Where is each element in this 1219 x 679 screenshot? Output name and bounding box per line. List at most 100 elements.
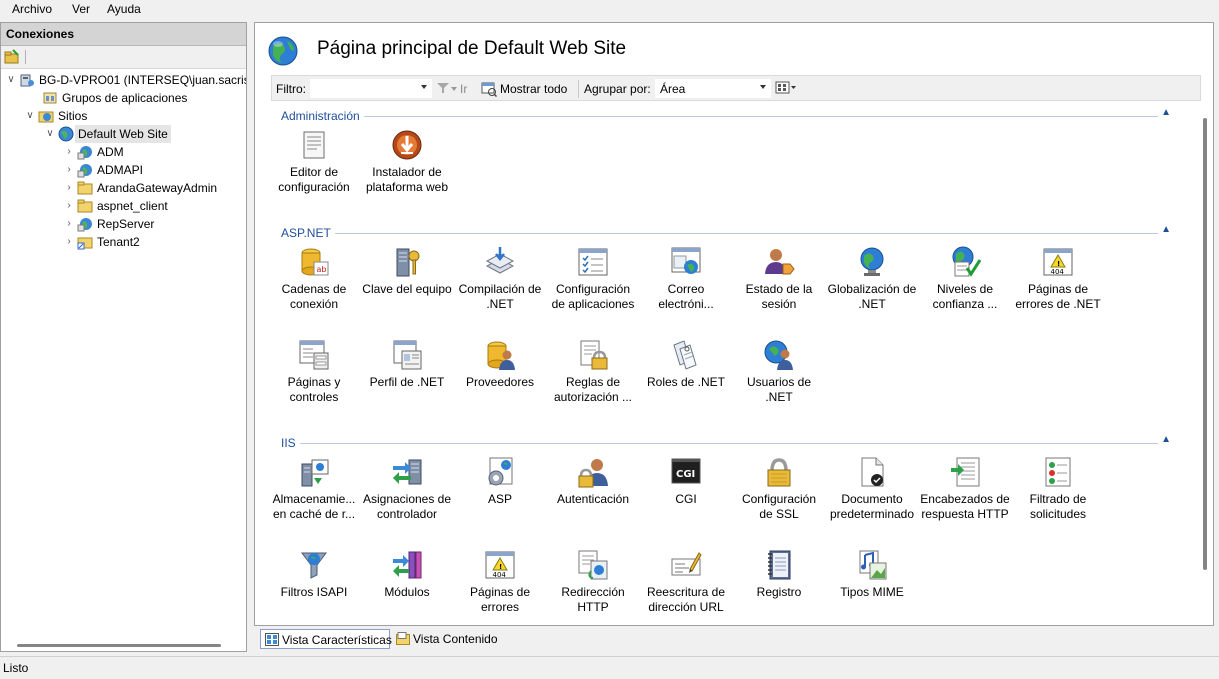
feature-web-platform-installer[interactable]: Instalador de plataforma web xyxy=(362,129,452,209)
features-view-icon xyxy=(265,633,279,646)
feature-net-roles[interactable]: Roles de .NET xyxy=(641,339,731,419)
web-platform-installer-icon xyxy=(392,130,422,160)
feature-pages-controls[interactable]: Páginas y controles xyxy=(269,339,359,419)
mime-types-icon xyxy=(859,550,887,580)
vertical-scrollbar[interactable] xyxy=(1203,118,1207,570)
feature-label: CGI xyxy=(675,492,697,506)
authorization-rules-icon xyxy=(580,340,608,370)
expand-chevron-icon[interactable]: › xyxy=(63,179,75,197)
feature-isapi-filters[interactable]: Filtros ISAPI xyxy=(269,549,359,625)
collapse-caret-icon[interactable]: ▲ xyxy=(1158,107,1171,118)
show-all-icon[interactable] xyxy=(481,81,497,97)
section-title: IIS xyxy=(281,436,300,450)
svg-text:!: ! xyxy=(1057,260,1060,268)
net-roles-icon xyxy=(673,340,697,370)
filter-separator xyxy=(578,80,579,98)
create-connection-icon[interactable] xyxy=(4,49,20,65)
view-mode-icon[interactable] xyxy=(775,81,797,95)
collapse-caret-icon[interactable]: ▲ xyxy=(1158,224,1171,235)
request-filtering-icon xyxy=(1045,457,1071,487)
collapse-chevron-icon[interactable]: ∨ xyxy=(44,125,56,143)
go-filter-icon[interactable] xyxy=(436,81,450,95)
expand-chevron-icon[interactable]: › xyxy=(63,215,75,233)
menu-archivo[interactable]: Archivo xyxy=(12,2,52,16)
feature-providers[interactable]: Proveedores xyxy=(455,339,545,419)
horizontal-scrollbar[interactable] xyxy=(17,644,221,647)
feature-asp[interactable]: ASP xyxy=(455,456,545,536)
feature-session-state[interactable]: Estado de la sesión xyxy=(734,246,824,326)
net-users-icon xyxy=(764,340,793,370)
menu-bar: Archivo Ver Ayuda xyxy=(0,0,1219,19)
group-by-label: Agrupar por: xyxy=(584,82,651,96)
feature-default-document[interactable]: Documento predeterminado xyxy=(827,456,917,536)
feature-mime-types[interactable]: Tipos MIME xyxy=(827,549,917,625)
feature-label: Páginas de errores xyxy=(469,585,531,614)
output-caching-icon xyxy=(301,459,329,487)
feature-label: Documento predeterminado xyxy=(829,492,915,521)
filter-input[interactable] xyxy=(310,79,432,98)
feature-http-headers[interactable]: Encabezados de respuesta HTTP xyxy=(920,456,1010,536)
feature-logging[interactable]: Registro xyxy=(734,549,824,625)
tree-label: Sitios xyxy=(58,109,88,123)
expand-chevron-icon[interactable]: › xyxy=(63,197,75,215)
feature-authentication[interactable]: Autenticación xyxy=(548,456,638,536)
tab-features-view[interactable]: Vista Características xyxy=(260,629,392,649)
feature-smtp-email[interactable]: Correo electróni... xyxy=(641,246,731,326)
feature-handler-mappings[interactable]: Asignaciones de controlador xyxy=(362,456,452,536)
feature-config-editor[interactable]: Editor de configuración xyxy=(269,129,359,209)
collapse-caret-icon[interactable]: ▲ xyxy=(1158,434,1171,445)
feature-net-profile[interactable]: Perfil de .NET xyxy=(362,339,452,419)
feature-net-users[interactable]: Usuarios de .NET xyxy=(734,339,824,419)
feature-output-caching[interactable]: Almacenamie... en caché de r... xyxy=(269,456,359,536)
cgi-icon: CGI xyxy=(671,458,701,484)
feature-label: Reglas de autorización ... xyxy=(553,375,633,404)
feature-app-settings[interactable]: Configuración de aplicaciones xyxy=(548,246,638,326)
sites-folder-icon xyxy=(38,111,54,123)
feature-error-pages[interactable]: ! 404 Páginas de errores xyxy=(455,549,545,625)
connections-panel: Conexiones ∨ BG-D-VPRO01 (INTERSEQ\juan.… xyxy=(0,22,247,652)
go-button[interactable]: Ir xyxy=(460,82,467,96)
feature-trust-levels[interactable]: Niveles de confianza ... xyxy=(920,246,1010,326)
folder-icon xyxy=(77,199,93,213)
section-aspnet: ASP.NET ▲ xyxy=(281,224,1171,240)
feature-authorization-rules[interactable]: Reglas de autorización ... xyxy=(548,339,638,419)
expand-chevron-icon[interactable]: › xyxy=(63,161,75,179)
section-iis: IIS ▲ xyxy=(281,434,1171,450)
url-rewrite-icon xyxy=(671,552,702,576)
collapse-chevron-icon[interactable]: ∨ xyxy=(24,107,36,125)
feature-label: Roles de .NET xyxy=(646,375,726,389)
feature-http-redirect[interactable]: Redirección HTTP xyxy=(548,549,638,625)
feature-connection-strings[interactable]: ab Cadenas de conexión xyxy=(269,246,359,326)
menu-ver[interactable]: Ver xyxy=(72,2,90,16)
session-state-icon xyxy=(765,249,795,275)
connection-strings-icon: ab xyxy=(301,248,329,276)
feature-net-globalization[interactable]: Globalización de .NET xyxy=(827,246,917,326)
feature-label: Usuarios de .NET xyxy=(746,375,812,404)
tab-content-view[interactable]: Vista Contenido xyxy=(392,629,512,649)
feature-label: Módulos xyxy=(384,585,430,599)
globe-icon xyxy=(58,126,74,142)
menu-ayuda[interactable]: Ayuda xyxy=(107,2,141,16)
group-by-select[interactable]: Área xyxy=(655,79,771,98)
isapi-filters-icon xyxy=(301,552,327,579)
app-settings-icon xyxy=(578,248,608,276)
collapse-chevron-icon[interactable]: ∨ xyxy=(5,71,17,89)
feature-request-filtering[interactable]: Filtrado de solicitudes xyxy=(1013,456,1103,536)
feature-url-rewrite[interactable]: Reescritura de dirección URL xyxy=(641,549,731,625)
feature-ssl-settings[interactable]: Configuración de SSL xyxy=(734,456,824,536)
feature-label: Páginas de errores de .NET xyxy=(1015,282,1101,311)
feature-machine-key[interactable]: Clave del equipo xyxy=(362,246,452,326)
feature-net-error-pages[interactable]: ! 404 Páginas de errores de .NET xyxy=(1013,246,1103,326)
web-app-icon xyxy=(77,218,92,232)
expand-chevron-icon[interactable]: › xyxy=(63,143,75,161)
feature-net-compilation[interactable]: Compilación de .NET xyxy=(455,246,545,326)
svg-text:ab: ab xyxy=(317,265,327,274)
show-all-button[interactable]: Mostrar todo xyxy=(500,82,567,96)
http-headers-icon xyxy=(951,457,980,487)
feature-modules[interactable]: Módulos xyxy=(362,549,452,625)
feature-label: Encabezados de respuesta HTTP xyxy=(920,492,1010,521)
go-dropdown-arrow-icon[interactable] xyxy=(451,87,457,91)
feature-cgi[interactable]: CGI CGI xyxy=(641,456,731,536)
feature-label: Filtros ISAPI xyxy=(280,585,348,599)
expand-chevron-icon[interactable]: › xyxy=(63,233,75,251)
